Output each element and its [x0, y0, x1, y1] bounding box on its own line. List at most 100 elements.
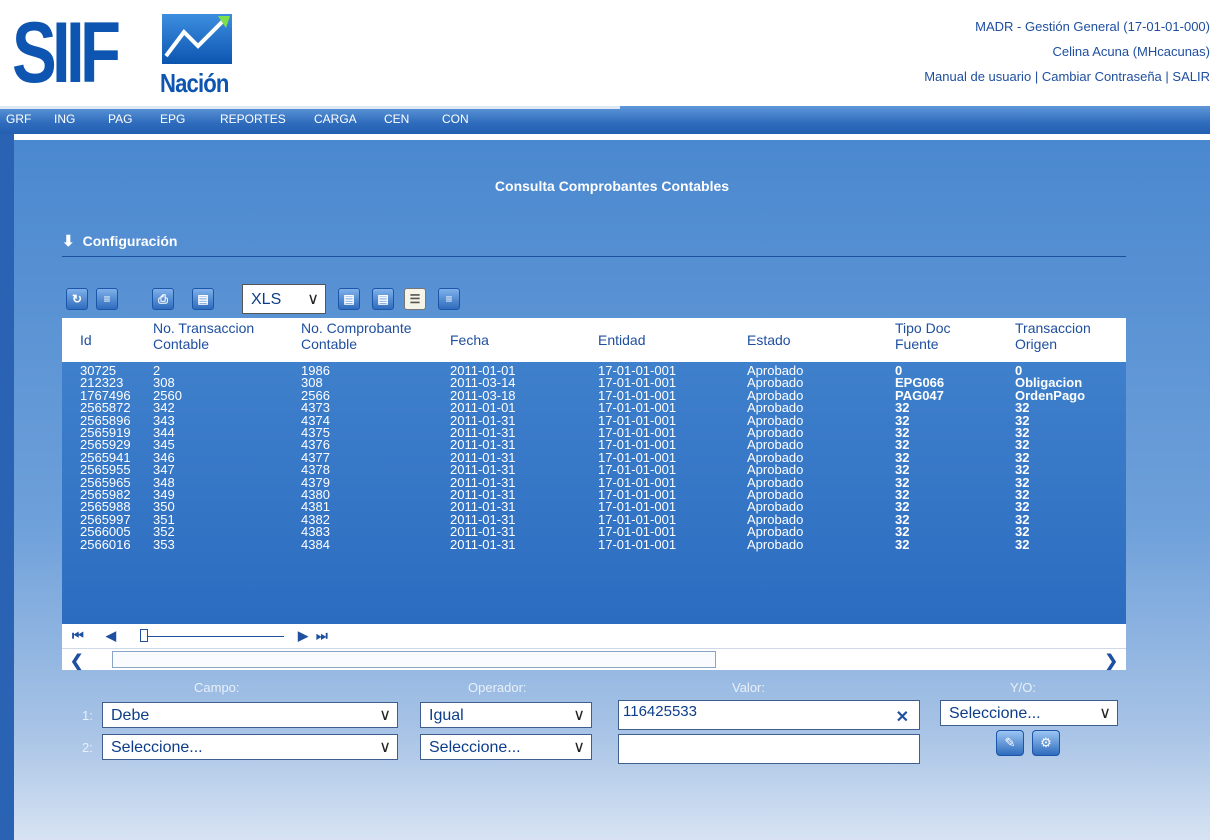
column-header[interactable]: Estado	[747, 332, 791, 348]
main-menu-bar: GRF ING PAG EPG REPORTES CARGA CEN CON	[0, 106, 1210, 134]
change-password-link[interactable]: Cambiar Contraseña	[1042, 69, 1162, 84]
header: SIIF Nación MADR - Gestión General (17-0…	[0, 0, 1210, 106]
notes-icon[interactable]: ☰	[404, 288, 426, 310]
chevron-down-icon: ∨	[307, 291, 319, 308]
user-label: Celina Acuna (MHcacunas)	[1052, 44, 1210, 59]
column-header-line2: Fuente	[895, 336, 939, 352]
campo-select-2[interactable]: Seleccione... ∨	[102, 734, 398, 760]
menu-item-ing[interactable]: ING	[54, 112, 75, 126]
menu-item-grf[interactable]: GRF	[6, 112, 31, 126]
page-slider-thumb[interactable]	[140, 629, 148, 642]
column-header[interactable]: No. Comprobante Contable	[301, 320, 412, 352]
operador-select-2[interactable]: Seleccione... ∨	[420, 734, 592, 760]
table-row[interactable]: 2565929 345 4376 2011-01-31 17-01-01-001 Apro…	[62, 438, 1126, 451]
table-pager: ⏮ ◀ ▶ ⏭	[62, 624, 1126, 648]
column-header[interactable]: Id	[80, 332, 92, 348]
siif-logo: SIIF Nación	[12, 8, 232, 98]
prev-page-icon[interactable]: ◀	[106, 628, 116, 644]
column-header[interactable]: Tipo Doc Fuente	[895, 320, 951, 352]
table-cell: 2566016	[80, 536, 131, 552]
menu-item-con[interactable]: CON	[442, 112, 469, 126]
menu-item-pag[interactable]: PAG	[108, 112, 132, 126]
scrollbar-thumb[interactable]	[112, 651, 716, 668]
manual-link[interactable]: Manual de usuario	[924, 69, 1031, 84]
clear-icon[interactable]: ✕	[896, 707, 909, 727]
column-header[interactable]: Entidad	[598, 332, 645, 348]
left-rail	[0, 134, 14, 840]
print-icon[interactable]: ⎙	[152, 288, 174, 310]
table-row[interactable]: 30725 2 1986 2011-01-01 17-01-01-001 Aprobado…	[62, 364, 1126, 377]
table-row[interactable]: 212323 308 308 2011-03-14 17-01-01-001 Aproba…	[62, 376, 1126, 389]
menu-item-reportes[interactable]: REPORTES	[220, 112, 286, 126]
table-row[interactable]: 2565919 344 4375 2011-01-31 17-01-01-001 Apro…	[62, 426, 1126, 439]
table-cell: 2011-01-31	[450, 536, 516, 552]
valor-input-1[interactable]: 116425533 ✕	[618, 700, 920, 730]
page-slider-track	[144, 636, 284, 637]
campo-select-1-value: Debe	[111, 707, 150, 724]
column-header[interactable]: Transaccion Origen	[1015, 320, 1091, 352]
entity-label: MADR - Gestión General (17-01-01-000)	[975, 19, 1210, 34]
refresh-icon[interactable]: ↻	[66, 288, 88, 310]
column-header-line1: Estado	[747, 332, 791, 348]
column-header-line1: Transaccion	[1015, 320, 1091, 336]
table-cell: Aprobado	[747, 536, 804, 552]
menu-item-epg[interactable]: EPG	[160, 112, 185, 126]
config-divider	[62, 256, 1126, 257]
table-row[interactable]: 2565896 343 4374 2011-01-31 17-01-01-001 Apro…	[62, 414, 1126, 427]
save-icon[interactable]: ▤	[192, 288, 214, 310]
export-page-icon[interactable]: ≡	[96, 288, 118, 310]
scroll-left-icon[interactable]: ❮	[70, 651, 83, 671]
table-row[interactable]: 2565965 348 4379 2011-01-31 17-01-01-001 Apro…	[62, 476, 1126, 489]
logo-chart-icon	[162, 14, 232, 64]
column-header[interactable]: No. Transaccion Contable	[153, 320, 254, 352]
yo-select-1[interactable]: Seleccione... ∨	[940, 700, 1118, 726]
chevron-down-icon: ∨	[573, 707, 585, 724]
config-label: Configuración	[82, 233, 178, 249]
results-table: Id No. Transaccion Contable No. Comprobante…	[62, 318, 1126, 670]
logo-text: SIIF	[12, 5, 121, 101]
column-header-line1: Id	[80, 332, 92, 348]
table-row[interactable]: 1767496 2560 2566 2011-03-18 17-01-01-001 Apr…	[62, 389, 1126, 402]
last-page-icon[interactable]: ⏭	[316, 628, 328, 644]
config-section-toggle[interactable]: ⬇ Configuración	[62, 232, 177, 250]
exit-link[interactable]: SALIR	[1172, 69, 1210, 84]
table-row[interactable]: 2566005 352 4383 2011-01-31 17-01-01-001 Apro…	[62, 525, 1126, 538]
table-row[interactable]: 2566016 353 4384 2011-01-31 17-01-01-001 Apro…	[62, 536, 1126, 552]
clean-filter-icon[interactable]: ✎	[996, 730, 1024, 756]
valor-input-2[interactable]	[618, 734, 920, 764]
operador-select-1-value: Igual	[429, 707, 464, 724]
table-header: Id No. Transaccion Contable No. Comprobante…	[62, 318, 1126, 362]
column-header-line1: Fecha	[450, 332, 489, 348]
link-separator: |	[1165, 69, 1169, 84]
column-header-line2: Contable	[301, 336, 358, 352]
column-header[interactable]: Fecha	[450, 332, 489, 348]
filter-row-2-number: 2:	[82, 740, 93, 755]
table-row[interactable]: 2565941 346 4377 2011-01-31 17-01-01-001 Apro…	[62, 451, 1126, 464]
chevron-down-icon: ∨	[379, 707, 391, 724]
menu-item-cen[interactable]: CEN	[384, 112, 409, 126]
table-row[interactable]: 2565872 342 4373 2011-01-01 17-01-01-001 Apro…	[62, 401, 1126, 414]
export-all-icon[interactable]: ≡	[438, 288, 460, 310]
menu-item-carga[interactable]: CARGA	[314, 112, 357, 126]
link-separator: |	[1034, 69, 1039, 84]
save-export-icon[interactable]: ▤	[338, 288, 360, 310]
table-row[interactable]: 2565988 350 4381 2011-01-31 17-01-01-001 Apro…	[62, 500, 1126, 513]
table-row[interactable]: 2565982 349 4380 2011-01-31 17-01-01-001 Apro…	[62, 488, 1126, 501]
scroll-right-icon[interactable]: ❯	[1105, 651, 1118, 671]
first-page-icon[interactable]: ⏮	[72, 628, 84, 644]
table-row[interactable]: 2565997 351 4382 2011-01-31 17-01-01-001 Apro…	[62, 513, 1126, 526]
next-page-icon[interactable]: ▶	[298, 628, 308, 644]
chevron-down-icon: ∨	[379, 739, 391, 756]
save-all-icon[interactable]: ▤	[372, 288, 394, 310]
table-cell: 4384	[301, 536, 330, 552]
campo-select-2-value: Seleccione...	[111, 739, 203, 756]
run-filter-icon[interactable]: ⚙	[1032, 730, 1060, 756]
operador-select-2-value: Seleccione...	[429, 739, 521, 756]
horizontal-scrollbar[interactable]: ❮ ❯	[62, 648, 1126, 670]
chevron-down-icon: ∨	[1099, 705, 1111, 722]
export-format-select[interactable]: XLS ∨	[242, 284, 326, 314]
campo-select-1[interactable]: Debe ∨	[102, 702, 398, 728]
operador-select-1[interactable]: Igual ∨	[420, 702, 592, 728]
table-row[interactable]: 2565955 347 4378 2011-01-31 17-01-01-001 Apro…	[62, 463, 1126, 476]
yo-label: Y/O:	[1010, 680, 1037, 695]
